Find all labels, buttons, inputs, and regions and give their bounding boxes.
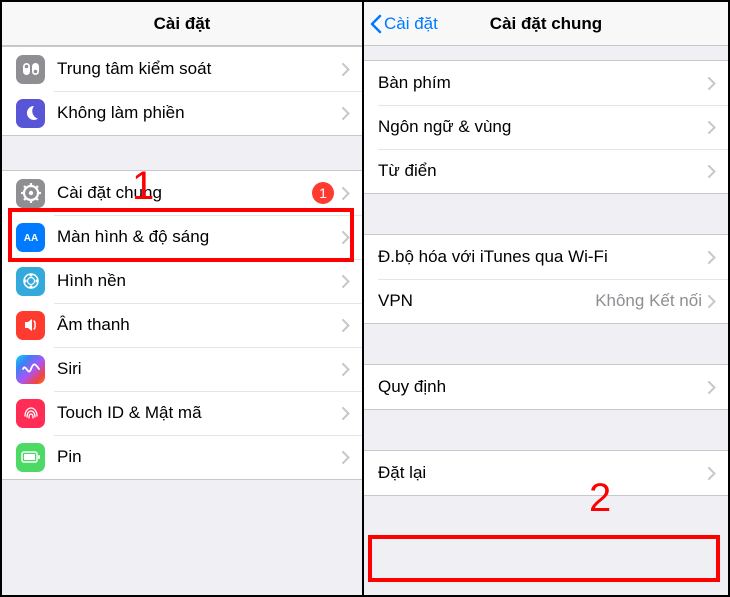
battery-icon — [16, 443, 45, 472]
fingerprint-icon — [16, 399, 45, 428]
brightness-icon: AA — [16, 223, 45, 252]
general-group-sync: Đ.bộ hóa với iTunes qua Wi-Fi VPN Không … — [364, 234, 728, 324]
control-center-icon — [16, 55, 45, 84]
itunes-wifi-sync-row[interactable]: Đ.bộ hóa với iTunes qua Wi-Fi — [364, 235, 728, 279]
general-group-language: Bàn phím Ngôn ngữ & vùng Từ điển — [364, 60, 728, 194]
chevron-right-icon — [342, 107, 350, 120]
chevron-right-icon — [342, 63, 350, 76]
chevron-right-icon — [708, 295, 716, 308]
chevron-right-icon — [708, 381, 716, 394]
general-group-reset: Đặt lại — [364, 450, 728, 496]
display-brightness-row[interactable]: AA Màn hình & độ sáng — [2, 215, 362, 259]
chevron-left-icon — [370, 14, 382, 34]
chevron-right-icon — [708, 165, 716, 178]
chevron-right-icon — [342, 407, 350, 420]
row-label: Touch ID & Mật mã — [57, 403, 342, 423]
row-label: Màn hình & độ sáng — [57, 227, 342, 247]
siri-icon — [16, 355, 45, 384]
chevron-right-icon — [708, 251, 716, 264]
keyboard-row[interactable]: Bàn phím — [364, 61, 728, 105]
row-label: Đ.bộ hóa với iTunes qua Wi-Fi — [378, 247, 708, 267]
row-label: VPN — [378, 291, 595, 311]
chevron-right-icon — [708, 77, 716, 90]
row-label: Hình nền — [57, 271, 342, 291]
vpn-row[interactable]: VPN Không Kết nối — [364, 279, 728, 323]
row-label: Siri — [57, 359, 342, 379]
chevron-right-icon — [342, 275, 350, 288]
dictionary-row[interactable]: Từ điển — [364, 149, 728, 193]
settings-root-list: 1 Trung tâm kiểm soát Không làm phiền — [2, 46, 362, 595]
row-label: Đặt lại — [378, 463, 708, 483]
row-label: Trung tâm kiểm soát — [57, 59, 342, 79]
row-label: Quy định — [378, 377, 708, 397]
control-center-row[interactable]: Trung tâm kiểm soát — [2, 47, 362, 91]
row-label: Bàn phím — [378, 73, 708, 93]
do-not-disturb-row[interactable]: Không làm phiền — [2, 91, 362, 135]
row-label: Cài đặt chung — [57, 183, 312, 203]
back-button[interactable]: Cài đặt — [370, 14, 438, 34]
row-label: Ngôn ngữ & vùng — [378, 117, 708, 137]
regulatory-row[interactable]: Quy định — [364, 365, 728, 409]
svg-text:AA: AA — [23, 233, 37, 243]
chevron-right-icon — [708, 467, 716, 480]
siri-row[interactable]: Siri — [2, 347, 362, 391]
annotation-highlight-2 — [368, 535, 720, 582]
settings-group-top: Trung tâm kiểm soát Không làm phiền — [2, 46, 362, 136]
row-label: Pin — [57, 447, 342, 467]
chevron-right-icon — [342, 451, 350, 464]
row-label: Không làm phiền — [57, 103, 342, 123]
touchid-passcode-row[interactable]: Touch ID & Mật mã — [2, 391, 362, 435]
wallpaper-row[interactable]: Hình nền — [2, 259, 362, 303]
general-group-regulatory: Quy định — [364, 364, 728, 410]
chevron-right-icon — [342, 363, 350, 376]
gear-icon — [16, 179, 45, 208]
header: Cài đặt Cài đặt chung — [364, 2, 728, 46]
header: Cài đặt — [2, 2, 362, 46]
moon-icon — [16, 99, 45, 128]
row-label: Âm thanh — [57, 315, 342, 335]
back-label: Cài đặt — [384, 14, 438, 34]
settings-group-general: Cài đặt chung 1 AA Màn hình & độ sáng Hì… — [2, 170, 362, 480]
chevron-right-icon — [708, 121, 716, 134]
language-region-row[interactable]: Ngôn ngữ & vùng — [364, 105, 728, 149]
battery-row[interactable]: Pin — [2, 435, 362, 479]
page-title: Cài đặt chung — [490, 14, 602, 34]
chevron-right-icon — [342, 187, 350, 200]
row-detail: Không Kết nối — [595, 291, 702, 311]
chevron-right-icon — [342, 319, 350, 332]
general-list: 2 Bàn phím Ngôn ngữ & vùng Từ điển — [364, 46, 728, 595]
general-row[interactable]: Cài đặt chung 1 — [2, 171, 362, 215]
sounds-row[interactable]: Âm thanh — [2, 303, 362, 347]
speaker-icon — [16, 311, 45, 340]
row-label: Từ điển — [378, 161, 708, 181]
chevron-right-icon — [342, 231, 350, 244]
reset-row[interactable]: Đặt lại — [364, 451, 728, 495]
wallpaper-icon — [16, 267, 45, 296]
page-title: Cài đặt — [154, 14, 211, 34]
notification-badge: 1 — [312, 182, 334, 204]
